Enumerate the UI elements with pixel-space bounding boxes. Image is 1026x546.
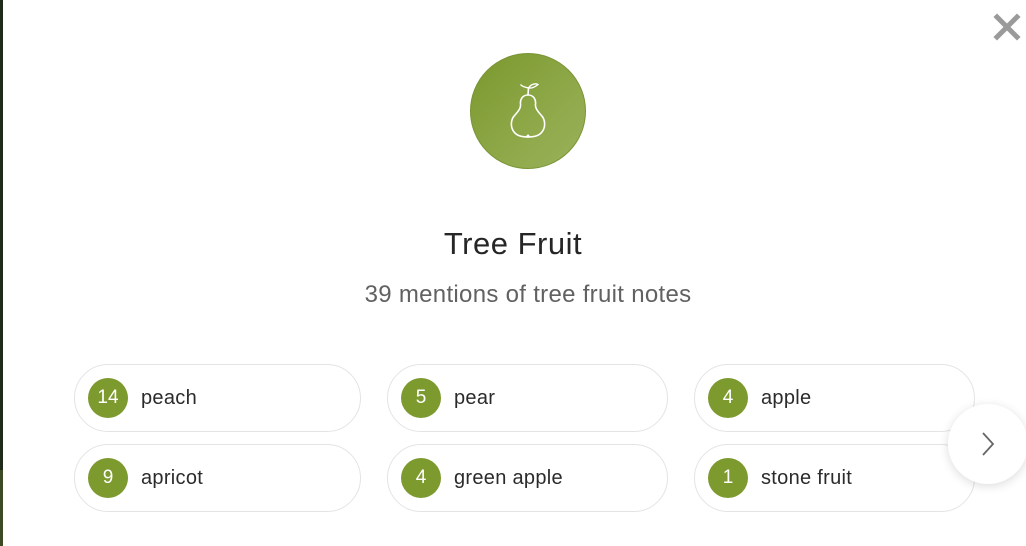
note-chip-green-apple[interactable]: 4 green apple [387,444,668,512]
tree-fruit-badge [470,53,586,169]
note-chip-stone-fruit[interactable]: 1 stone fruit [694,444,975,512]
pear-icon [510,83,546,138]
note-label: peach [141,386,197,409]
modal-subtitle: 39 mentions of tree fruit notes [364,281,692,308]
mention-count-badge: 14 [88,378,128,418]
note-label: apricot [141,466,204,489]
mention-count-badge: 1 [708,458,748,498]
next-page-button[interactable] [948,404,1026,484]
note-label: stone fruit [761,466,853,489]
note-chip-pear[interactable]: 5 pear [387,364,668,432]
note-chip-apple[interactable]: 4 apple [694,364,975,432]
mention-count-badge: 4 [401,458,441,498]
screen: Tree Fruit 39 mentions of tree fruit not… [0,0,1026,546]
close-icon [993,13,1021,41]
note-label: pear [454,386,496,409]
note-chip-peach[interactable]: 14 peach [74,364,361,432]
modal-title: Tree Fruit [443,226,583,261]
mention-count-badge: 5 [401,378,441,418]
note-label: green apple [454,466,563,489]
note-label: apple [761,386,812,409]
mention-count-badge: 4 [708,378,748,418]
note-chip-apricot[interactable]: 9 apricot [74,444,361,512]
close-button[interactable] [990,10,1024,44]
mention-count-badge: 9 [88,458,128,498]
chevron-right-icon [982,432,995,456]
